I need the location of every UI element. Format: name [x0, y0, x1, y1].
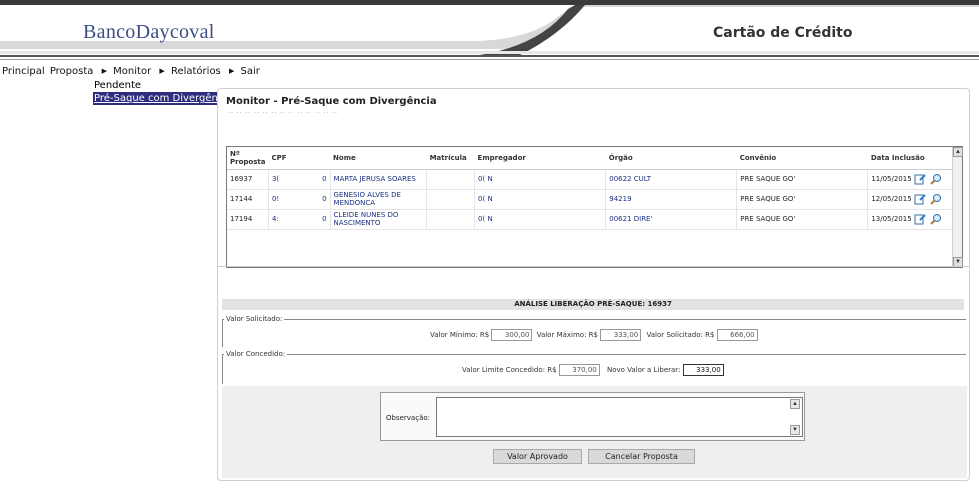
- proposals-grid: Nº Proposta CPF Nome Matrícula Empregado…: [226, 146, 963, 268]
- submenu-item-pendente[interactable]: Pendente: [93, 79, 233, 92]
- cell-nome: CLEIDE NUNES DO NASCIMENTO: [330, 209, 428, 230]
- valor-solicitado-row: Valor Mínimo: R$ 300,00 Valor Máximo: R$…: [430, 329, 758, 341]
- valor-maximo-field: 333,00: [600, 329, 642, 341]
- monitor-submenu: Pendente Pré-Saque com Divergência: [93, 79, 234, 105]
- menu-item-proposta[interactable]: Proposta: [50, 66, 94, 77]
- valor-solicitado-label: Valor Solicitado: R$: [646, 331, 715, 339]
- magnifier-icon[interactable]: [930, 213, 942, 225]
- valor-limite-field: 370,00: [558, 364, 600, 376]
- main-menu: Principal Proposta ▶ Monitor ▶ Relatório…: [2, 66, 262, 77]
- cell-data: 12/05/2015: [867, 189, 953, 210]
- table-row[interactable]: 16937 3(0 MARTA JERUSA SOARES 0( N 00622…: [227, 169, 953, 190]
- valor-maximo-label: Valor Máximo: R$: [536, 331, 598, 339]
- col-cpf: CPF: [268, 147, 331, 170]
- bank-logo: BancoDaycoval: [83, 21, 215, 43]
- submenu-item-pre-saque-divergencia[interactable]: Pré-Saque com Divergência: [93, 92, 234, 105]
- edit-document-icon[interactable]: [914, 213, 926, 225]
- col-data-inclusao: Data Inclusão: [867, 147, 953, 170]
- cell-data: 11/05/2015: [867, 169, 953, 190]
- edit-document-icon[interactable]: [914, 173, 926, 185]
- observacao-label: Observação:: [386, 414, 430, 422]
- grid-scrollbar[interactable]: ▲ ▼: [952, 147, 963, 267]
- cell-proposta: 17194: [227, 209, 269, 230]
- valor-concedido-legend: Valor Concedido:: [224, 350, 288, 358]
- scroll-down-arrow-icon[interactable]: ▼: [790, 425, 800, 435]
- scroll-up-arrow-icon[interactable]: ▲: [790, 399, 800, 409]
- novo-valor-input[interactable]: 333,00: [682, 364, 724, 376]
- cell-data: 13/05/2015: [867, 209, 953, 230]
- cell-cpf: 0! 0: [268, 189, 331, 210]
- proposals-table: Nº Proposta CPF Nome Matrícula Empregado…: [227, 147, 953, 230]
- menu-item-relatorios[interactable]: Relatórios: [171, 66, 221, 77]
- cell-empregador: 0( N: [474, 169, 607, 190]
- cell-convenio: PRE SAQUE GO': [736, 169, 869, 190]
- magnifier-icon[interactable]: [930, 193, 942, 205]
- table-row[interactable]: 17144 0! 0 GENESIO ALVES DE MENDONCA 0( N…: [227, 189, 953, 210]
- cell-empregador: 0( N: [474, 189, 607, 210]
- triangle-right-icon: ▶: [228, 67, 235, 75]
- table-row[interactable]: 17194 4: 0 CLEIDE NUNES DO NASCIMENTO 0( …: [227, 209, 953, 230]
- cell-convenio: PRE SAQUE GO': [736, 209, 869, 230]
- cell-nome: MARTA JERUSA SOARES: [330, 169, 428, 190]
- cell-orgao: 00622 CULT: [605, 169, 738, 190]
- cancelar-proposta-button[interactable]: Cancelar Proposta: [588, 449, 695, 464]
- page-title: Monitor - Pré-Saque com Divergência: [226, 96, 437, 107]
- header: BancoDaycoval Cartão de Crédito: [0, 5, 979, 57]
- col-orgao: Órgão: [605, 147, 737, 170]
- col-matricula: Matrícula: [426, 147, 475, 170]
- analise-section-title: ANÁLISE LIBERAÇÃO PRÉ-SAQUE: 16937: [222, 299, 964, 310]
- cell-nome: GENESIO ALVES DE MENDONCA: [330, 189, 428, 210]
- triangle-right-icon: ▶: [101, 67, 107, 75]
- cell-convenio: PRE SAQUE GO': [736, 189, 869, 210]
- cell-matricula: [426, 169, 476, 190]
- observacao-textarea[interactable]: ▲ ▼: [436, 397, 803, 437]
- table-header-row: Nº Proposta CPF Nome Matrícula Empregado…: [227, 147, 953, 170]
- col-convenio: Convênio: [736, 147, 868, 170]
- novo-valor-label: Novo Valor a Liberar:: [607, 366, 681, 374]
- menu-item-monitor[interactable]: Monitor: [113, 66, 151, 77]
- triangle-right-icon: ▶: [159, 67, 165, 75]
- menu-item-principal[interactable]: Principal: [2, 66, 45, 77]
- scroll-up-arrow-icon[interactable]: ▲: [953, 147, 963, 157]
- header-divider-thin: [0, 59, 979, 60]
- cell-cpf: 3(0: [268, 169, 331, 190]
- col-empregador: Empregador: [474, 147, 606, 170]
- magnifier-icon[interactable]: [930, 173, 942, 185]
- cell-proposta: 16937: [227, 169, 269, 190]
- edit-document-icon[interactable]: [914, 193, 926, 205]
- grid-separator: [218, 266, 970, 267]
- title-dots: ·· ·· ·· ·· ·· ·· ·· ·· ·· ·· ·· ·· ··: [228, 110, 338, 116]
- cell-matricula: [426, 209, 476, 230]
- valor-limite-label: Valor Limite Concedido: R$: [462, 366, 557, 374]
- cell-proposta: 17144: [227, 189, 269, 210]
- valor-minimo-label: Valor Mínimo: R$: [430, 331, 490, 339]
- col-nome: Nome: [330, 147, 427, 170]
- cell-empregador: 0( N: [474, 209, 607, 230]
- cell-cpf: 4: 0: [268, 209, 331, 230]
- cell-matricula: [426, 189, 476, 210]
- valor-minimo-field: 300,00: [491, 329, 533, 341]
- cell-orgao: 94219: [605, 189, 738, 210]
- valor-aprovado-button[interactable]: Valor Aprovado: [493, 449, 582, 464]
- observacao-scrollbar[interactable]: ▲ ▼: [790, 399, 800, 435]
- valor-solicitado-field: 666,00: [716, 329, 758, 341]
- valor-solicitado-legend: Valor Solicitado:: [224, 315, 285, 323]
- menu-item-sair[interactable]: Sair: [241, 66, 260, 77]
- valor-concedido-row: Valor Limite Concedido: R$ 370,00 Novo V…: [462, 364, 724, 376]
- col-proposta: Nº Proposta: [227, 147, 269, 170]
- cell-orgao: 00621 DIRE': [605, 209, 738, 230]
- header-divider: [0, 55, 979, 57]
- app-title: Cartão de Crédito: [713, 25, 853, 41]
